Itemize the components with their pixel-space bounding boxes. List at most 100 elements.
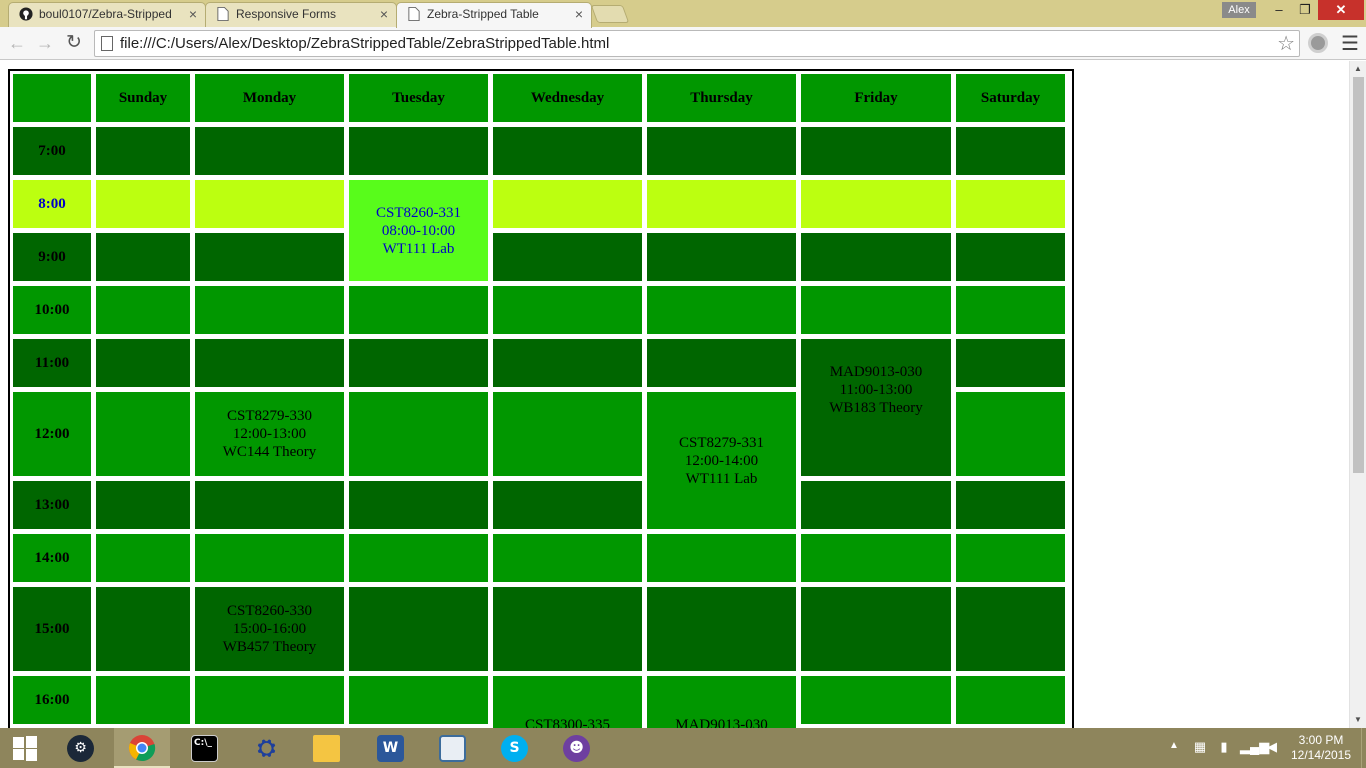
steam-icon: ⚙: [67, 735, 94, 762]
extension-icon[interactable]: [1308, 33, 1328, 53]
day-header-sunday: Sunday: [96, 74, 190, 122]
taskbar-skype[interactable]: S: [486, 728, 542, 768]
table-cell: [493, 587, 642, 671]
table-cell: [96, 180, 190, 228]
close-icon[interactable]: ×: [380, 3, 388, 25]
table-cell: [349, 676, 488, 724]
time-label: 9:00: [13, 233, 91, 281]
event-cell-mad9013-030-thu: MAD9013-030: [647, 676, 796, 728]
chevron-up-icon[interactable]: ▲: [1169, 740, 1179, 751]
close-window-button[interactable]: ✕: [1318, 0, 1364, 20]
github-icon: [19, 7, 33, 21]
close-icon[interactable]: ×: [575, 3, 583, 25]
header-corner: [13, 74, 91, 122]
table-cell: [801, 233, 951, 281]
taskbar-github[interactable]: ☻: [548, 728, 604, 768]
table-cell: [493, 392, 642, 476]
address-bar[interactable]: file:///C:/Users/Alex/Desktop/ZebraStrip…: [94, 30, 1300, 57]
url-text[interactable]: file:///C:/Users/Alex/Desktop/ZebraStrip…: [120, 35, 609, 52]
taskbar-word[interactable]: W: [362, 728, 418, 768]
event-code: MAD9013-030: [675, 717, 768, 728]
show-desktop-button[interactable]: [1361, 728, 1366, 768]
volume-icon[interactable]: ◀: [1264, 739, 1280, 755]
taskbar-file-explorer[interactable]: [298, 728, 354, 768]
start-button[interactable]: [0, 728, 50, 768]
action-center-icon[interactable]: ▦: [1192, 739, 1208, 755]
table-cell: [195, 180, 344, 228]
clock-date: 12/14/2015: [1290, 748, 1352, 762]
event-time: 15:00-16:00: [232, 621, 307, 637]
table-row: 9:00: [13, 233, 1065, 281]
browser-toolbar: ← → ↻ file:///C:/Users/Alex/Desktop/Zebr…: [0, 27, 1366, 60]
time-label: 15:00: [13, 587, 91, 671]
table-cell: [647, 127, 796, 175]
table-cell: [195, 286, 344, 334]
time-label: 11:00: [13, 339, 91, 387]
table-cell: [801, 534, 951, 582]
taskbar-steam[interactable]: ⚙: [52, 728, 108, 768]
table-cell: [493, 481, 642, 529]
scroll-up-icon[interactable]: ▲: [1350, 62, 1366, 76]
table-cell: [493, 233, 642, 281]
table-cell: [493, 534, 642, 582]
profile-badge[interactable]: Alex: [1222, 2, 1256, 18]
time-label: 12:00: [13, 392, 91, 476]
table-cell: [96, 587, 190, 671]
event-room: WB183 Theory: [829, 399, 923, 416]
close-icon[interactable]: ×: [189, 3, 197, 25]
clock-time: 3:00 PM: [1298, 733, 1344, 747]
event-room: WB457 Theory: [222, 639, 317, 655]
table-cell: [493, 286, 642, 334]
schedule-table-frame: Sunday Monday Tuesday Wednesday Thursday…: [8, 69, 1074, 728]
table-cell: [956, 392, 1065, 476]
scrollbar-thumb[interactable]: [1353, 77, 1364, 473]
vertical-scrollbar[interactable]: ▲ ▼: [1349, 61, 1366, 728]
system-clock[interactable]: 3:00 PM 12/14/2015: [1290, 733, 1352, 763]
page-viewport: Sunday Monday Tuesday Wednesday Thursday…: [0, 61, 1366, 728]
table-cell: [349, 339, 488, 387]
table-cell: [647, 180, 796, 228]
table-cell: [96, 127, 190, 175]
tab-responsive-forms[interactable]: Responsive Forms ×: [205, 2, 397, 27]
star-icon[interactable]: ☆: [1277, 31, 1295, 56]
event-cell-cst8260-331: CST8260-331 08:00-10:00 WT111 Lab: [349, 180, 488, 281]
table-row: 14:00: [13, 534, 1065, 582]
maximize-button[interactable]: ❐: [1292, 0, 1318, 20]
menu-icon[interactable]: ☰: [1341, 31, 1359, 56]
table-cell: [96, 676, 190, 724]
day-header-wednesday: Wednesday: [493, 74, 642, 122]
forward-button[interactable]: →: [34, 32, 56, 54]
table-cell: [647, 534, 796, 582]
taskbar-network[interactable]: ⛭: [238, 728, 294, 768]
scroll-down-icon[interactable]: ▼: [1350, 713, 1366, 727]
table-cell: [349, 587, 488, 671]
tab-github[interactable]: boul0107/Zebra-Stripped ×: [8, 2, 206, 27]
table-cell: [801, 676, 951, 724]
event-cell-cst8300-335: CST8300-335: [493, 676, 642, 728]
table-row: 16:00 CST8300-335 MAD9013-030: [13, 676, 1065, 728]
minimize-button[interactable]: –: [1266, 0, 1292, 20]
power-icon[interactable]: ▮: [1216, 739, 1232, 755]
table-cell: [96, 286, 190, 334]
event-time: 12:00-14:00: [684, 452, 759, 469]
taskbar-chrome[interactable]: [114, 728, 170, 768]
reload-button[interactable]: ↻: [63, 32, 85, 54]
table-cell: [349, 392, 488, 476]
table-cell: [493, 180, 642, 228]
taskbar-command-prompt[interactable]: C:\_: [176, 728, 232, 768]
skype-icon: S: [501, 735, 528, 762]
event-code: CST8300-335: [524, 717, 610, 728]
back-button[interactable]: ←: [6, 32, 28, 54]
page-icon: [101, 36, 113, 51]
table-cell: [647, 233, 796, 281]
event-cell-cst8260-330: CST8260-330 15:00-16:00 WB457 Theory: [195, 587, 344, 671]
event-room: WT111 Lab: [382, 240, 455, 257]
tab-label: Responsive Forms: [236, 7, 337, 21]
signal-icon[interactable]: ▂▄▆: [1240, 739, 1269, 755]
taskbar-publisher[interactable]: [424, 728, 480, 768]
new-tab-button[interactable]: [590, 5, 630, 23]
page-icon: [217, 7, 229, 21]
event-cell-mad9013-030: MAD9013-030 11:00-13:00 WB183 Theory: [801, 339, 951, 476]
table-cell: [195, 534, 344, 582]
tab-zebra-stripped-table[interactable]: Zebra-Stripped Table ×: [396, 2, 592, 28]
